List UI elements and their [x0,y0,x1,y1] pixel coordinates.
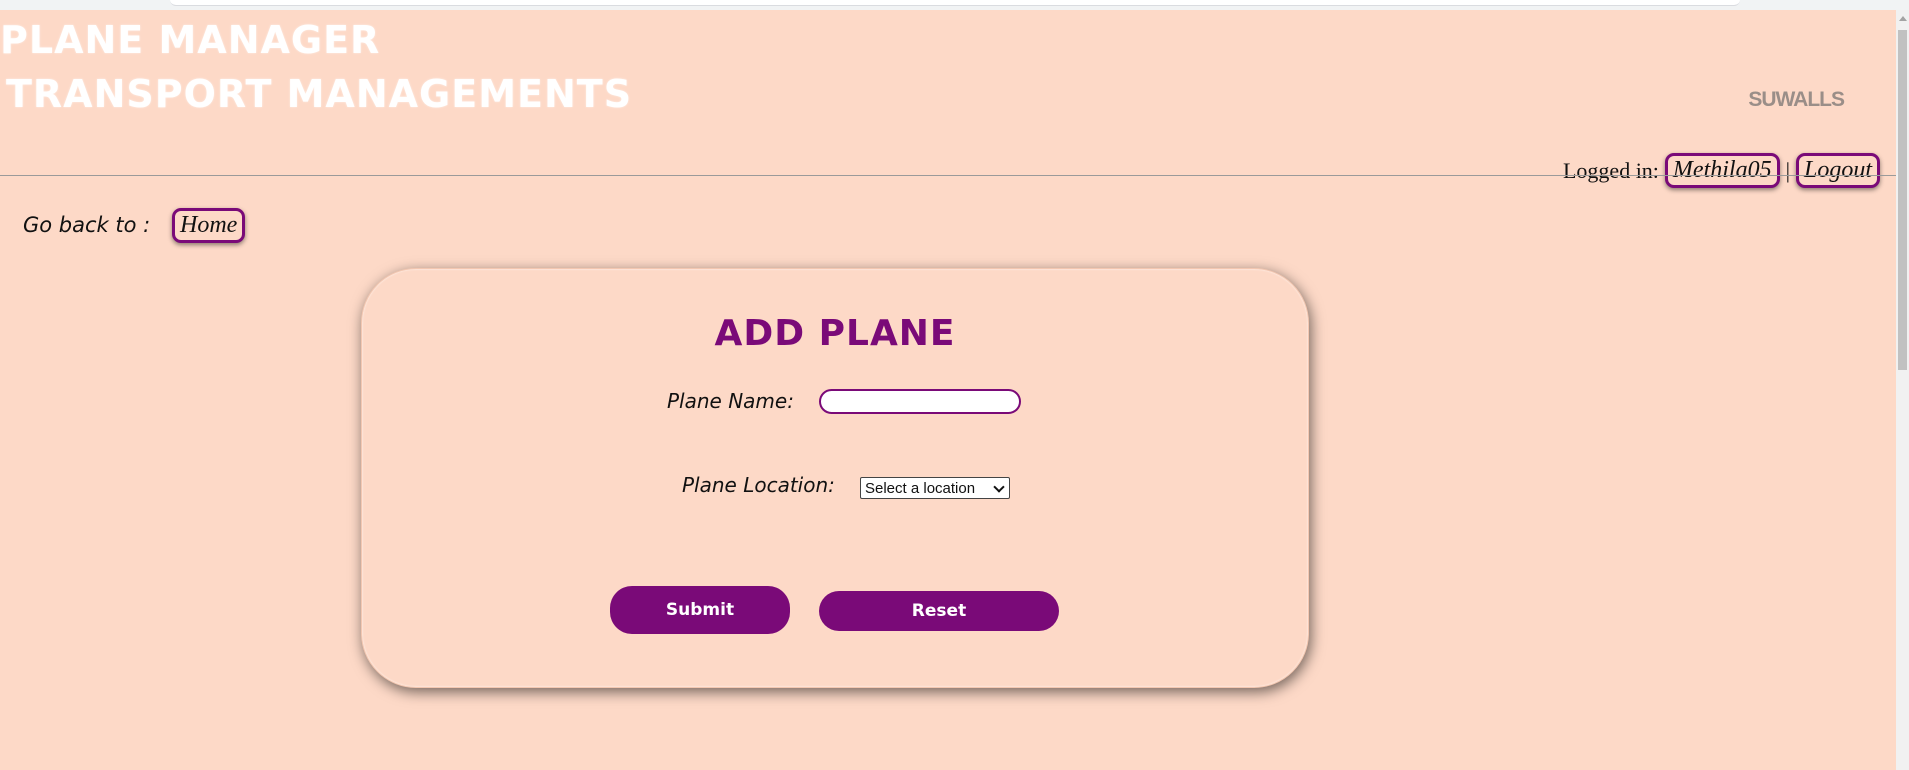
logout-link[interactable]: Logout [1795,153,1880,188]
user-bar: Logged in: Methila05 | Logout [1563,153,1880,188]
scrollbar-thumb[interactable] [1898,30,1907,370]
username-link[interactable]: Methila05 [1664,153,1780,188]
brand-subtitle: TRANSPORT MANAGEMENTS [6,72,633,116]
chevron-down-icon [993,481,1005,493]
browser-tab-edge [170,0,1740,6]
form-title: ADD PLANE [714,313,956,354]
page: PLANE MANAGER TRANSPORT MANAGEMENTS SUWA… [0,10,1896,770]
user-bar-separator: | [1785,157,1790,183]
plane-name-input[interactable] [819,389,1021,414]
submit-button[interactable]: Submit [610,586,790,634]
reset-button[interactable]: Reset [819,591,1059,631]
plane-location-selected: Select a location [865,479,976,497]
logged-in-label: Logged in: [1562,157,1659,183]
brand-title: PLANE MANAGER [0,18,381,62]
add-plane-card: ADD PLANE Plane Name: Plane Location: Se… [361,268,1309,688]
partner-logo: SUWALLS [1748,88,1845,111]
header-divider [0,175,1896,176]
plane-location-select[interactable]: Select a location [860,477,1010,499]
browser-top-strip [0,0,1909,10]
plane-name-label: Plane Name: [667,389,794,413]
plane-location-label: Plane Location: [682,473,835,497]
page-scrollbar[interactable] [1896,10,1909,770]
scroll-up-icon[interactable] [1899,16,1907,21]
home-link[interactable]: Home [172,208,246,243]
go-back-label: Go back to : [23,213,151,237]
